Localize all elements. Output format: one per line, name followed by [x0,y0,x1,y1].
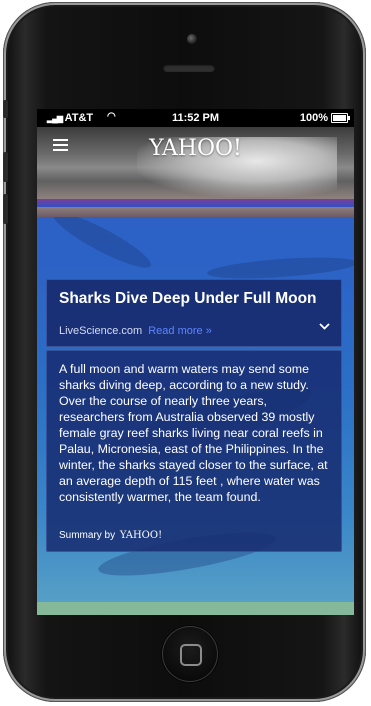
article-title: Sharks Dive Deep Under Full Moon [59,290,317,307]
hero-divider [37,199,354,207]
summary-by-label: Summary by [59,530,116,541]
home-square-icon [180,644,202,666]
read-more-link[interactable]: Read more » [148,325,212,337]
volume-up-button [3,152,8,182]
battery-percent: 100% [299,112,328,124]
next-article-peek[interactable] [37,602,354,615]
screen: ▂▄▆ AT&T ◠ 11:52 PM 100% YAHOO! Sharks D… [37,109,354,615]
status-bar: ▂▄▆ AT&T ◠ 11:52 PM 100% [37,109,354,127]
front-camera [187,34,197,44]
home-button[interactable] [162,626,218,682]
yahoo-logo: YAHOO! [149,136,242,161]
chevron-down-icon[interactable] [319,319,330,333]
earpiece-speaker [163,64,215,72]
summary-yahoo-logo: YAHOO! [119,530,163,541]
mute-switch [3,100,8,118]
article-source-line: LiveScience.com Read more » [59,325,212,337]
article-summary-card: A full moon and warm waters may send som… [46,350,342,552]
summary-byline: Summary by YAHOO! [59,530,162,541]
volume-down-button [3,194,8,224]
battery-icon [331,113,350,123]
article-source: LiveScience.com [59,325,143,337]
article-header-card[interactable]: Sharks Dive Deep Under Full Moon LiveSci… [46,279,342,347]
article-summary: A full moon and warm waters may send som… [59,362,328,504]
background-shark [206,253,354,283]
